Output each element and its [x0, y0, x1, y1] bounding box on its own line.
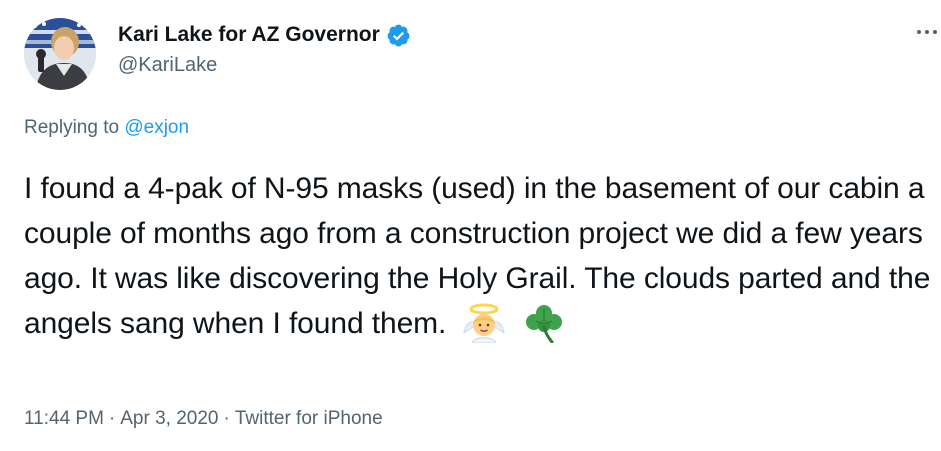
reply-handle-link[interactable]: @exjon	[124, 117, 189, 138]
tweet-time[interactable]: 11:44 PM	[24, 408, 104, 429]
name-row: Kari Lake for AZ Governor	[118, 21, 411, 49]
author-block: Kari Lake for AZ Governor @KariLake	[118, 21, 411, 77]
avatar-image	[24, 18, 96, 90]
replying-to-label: Replying to	[24, 117, 125, 138]
avatar[interactable]	[24, 18, 96, 90]
verified-badge-icon	[386, 23, 411, 48]
meta-separator: ·	[108, 408, 116, 429]
replying-to: Replying to @exjon	[24, 117, 189, 139]
angel-emoji-icon	[462, 303, 506, 344]
display-name[interactable]: Kari Lake for AZ Governor	[118, 23, 380, 47]
tweet-date[interactable]: Apr 3, 2020	[120, 408, 218, 429]
tweet-meta: 11:44 PM · Apr 3, 2020 · Twitter for iPhone	[24, 408, 383, 430]
tweet-text-block: I found a 4-pak of N-95 masks (used) in …	[24, 166, 939, 346]
meta-separator: ·	[223, 408, 230, 429]
shamrock-emoji-icon	[522, 303, 566, 344]
tweet: Kari Lake for AZ Governor @KariLake Repl…	[0, 0, 941, 451]
author-handle[interactable]: @KariLake	[118, 54, 411, 77]
more-options-icon[interactable]	[913, 18, 941, 46]
tweet-source[interactable]: Twitter for iPhone	[235, 408, 383, 429]
